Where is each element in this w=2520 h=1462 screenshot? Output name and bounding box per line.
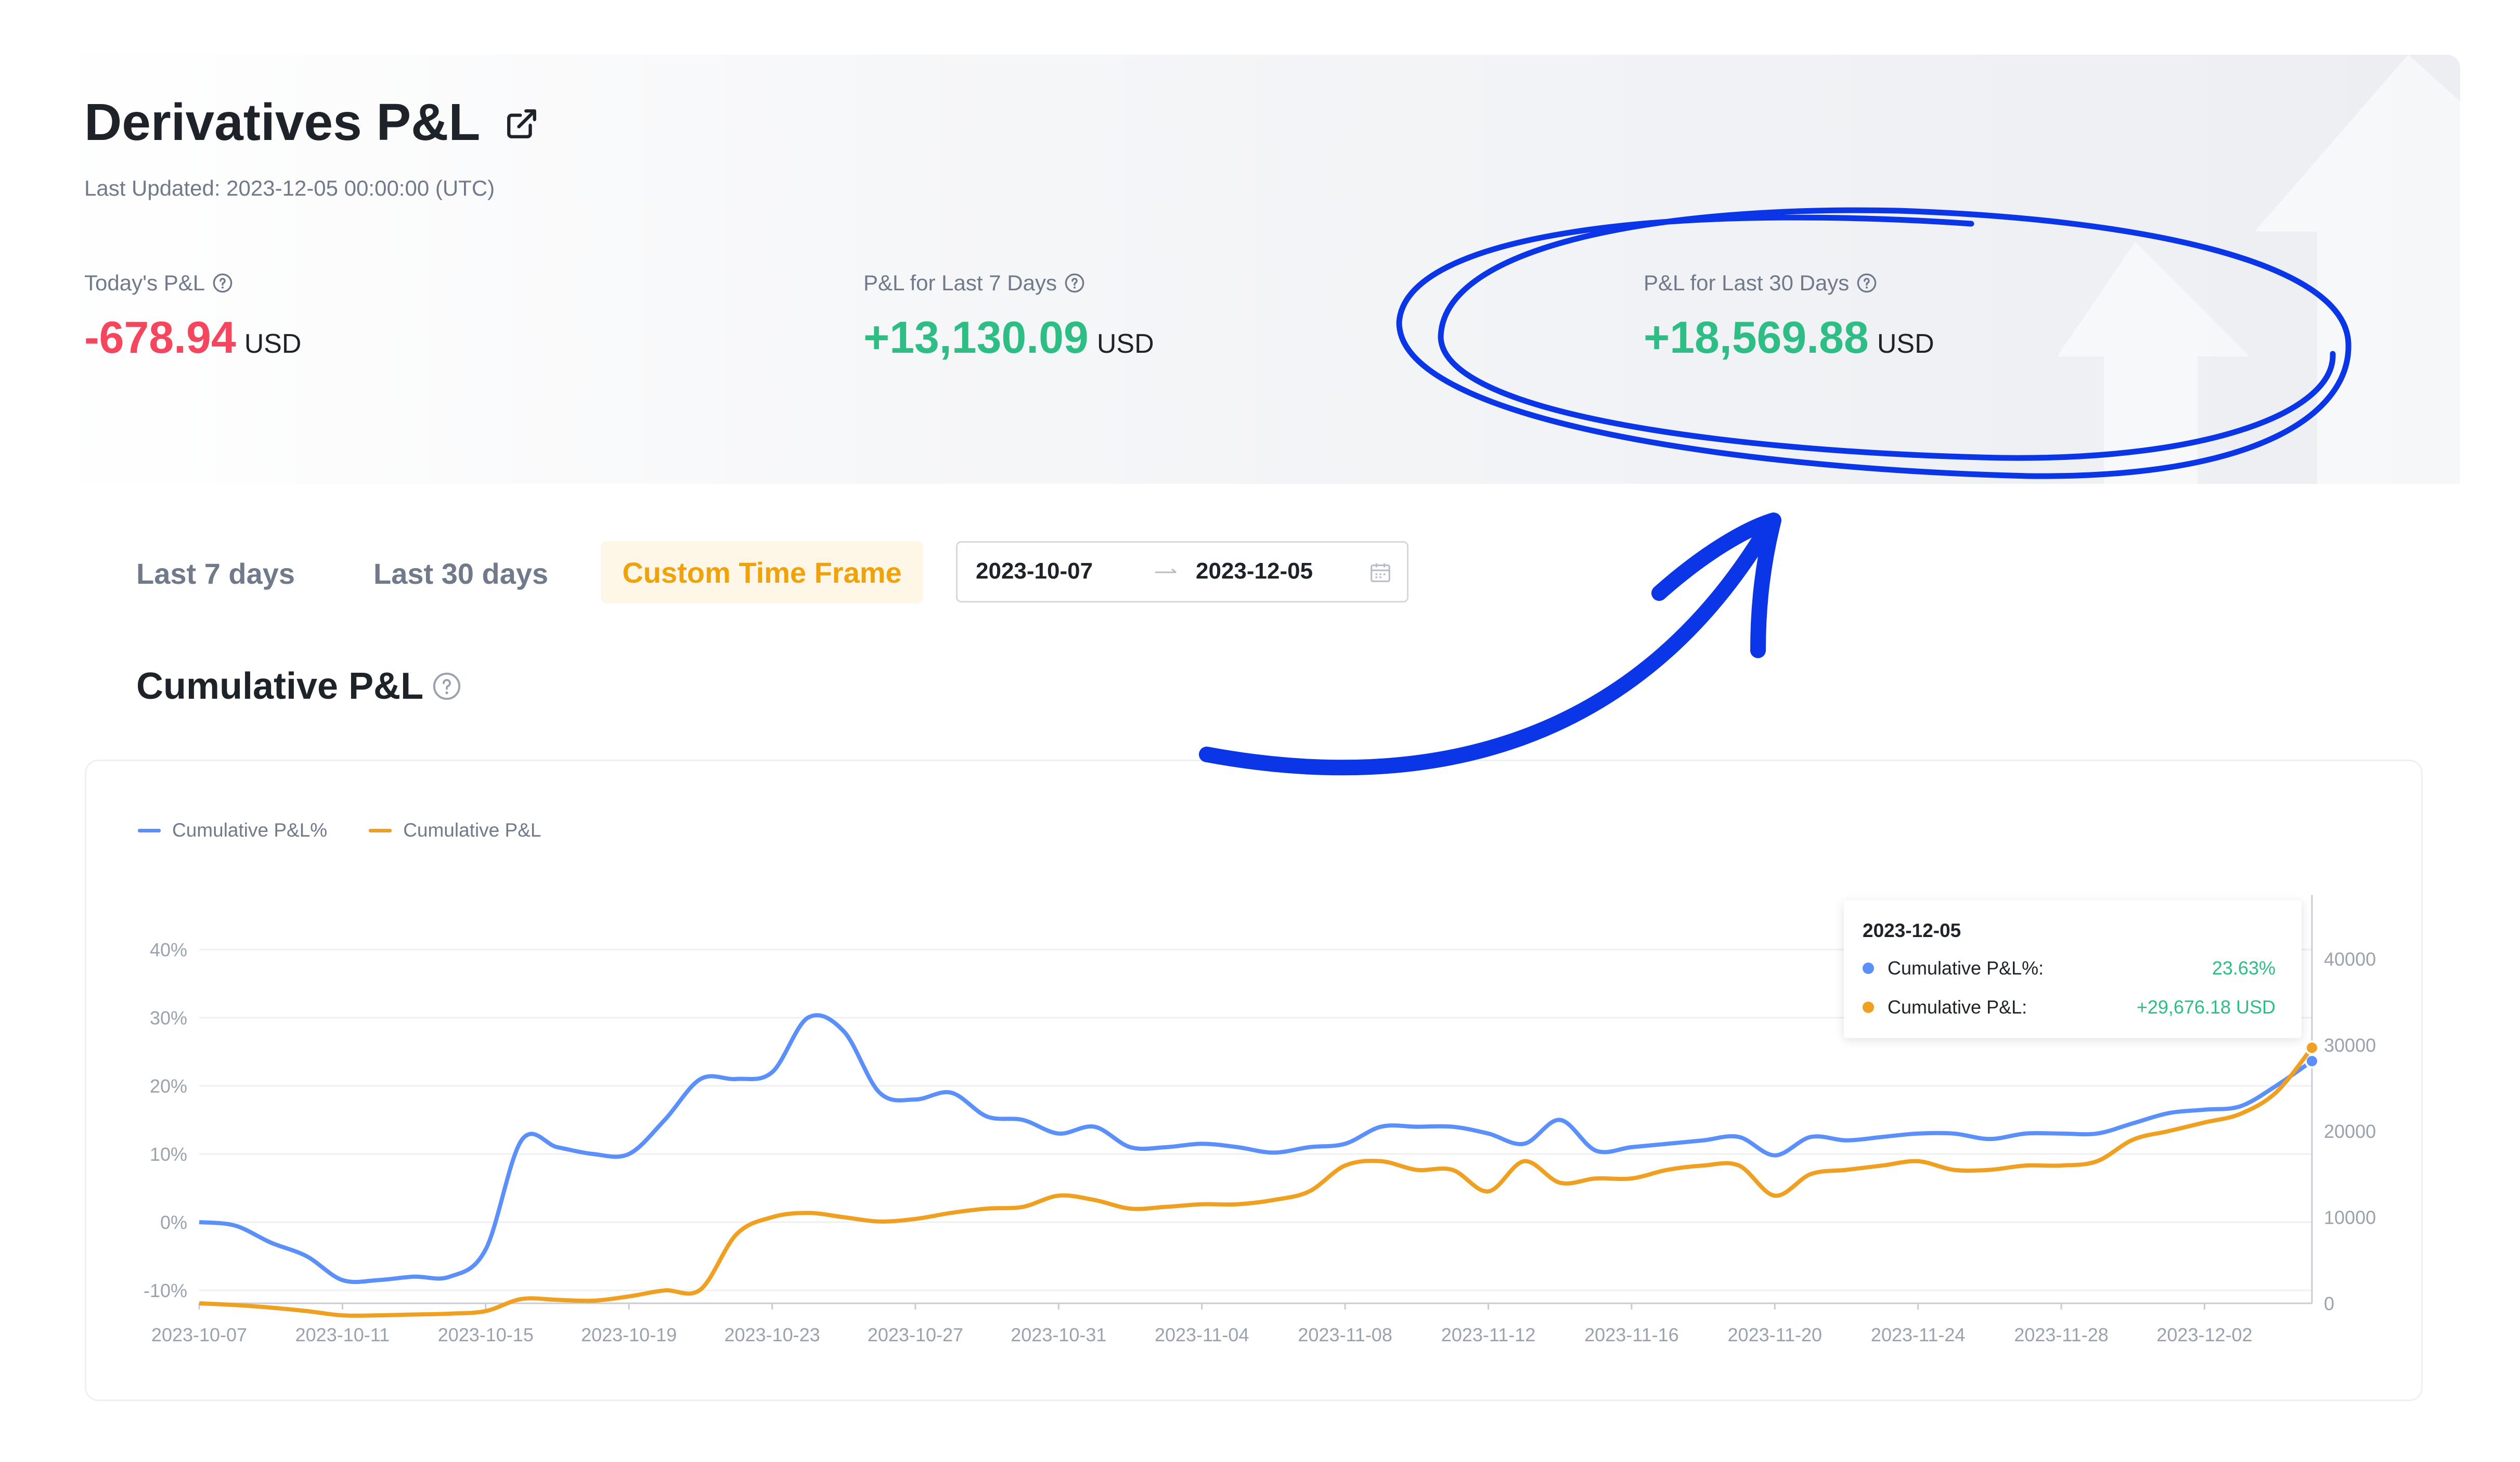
- x-tick-label: 2023-11-12: [1441, 1324, 1535, 1345]
- tooltip-value: +29,676.18 USD: [2136, 996, 2276, 1018]
- y-left-tick-label: -10%: [144, 1280, 187, 1301]
- y-left-tick-label: 0%: [160, 1212, 187, 1233]
- tooltip-row-pct: Cumulative P&L%: 23.63%: [1863, 957, 2276, 979]
- y-right-tick-label: 10000: [2324, 1207, 2376, 1228]
- tooltip-dot: [1863, 963, 1874, 974]
- x-tick-label: 2023-11-08: [1298, 1324, 1392, 1345]
- tooltip-value: 23.63%: [2212, 957, 2276, 979]
- tooltip-dot: [1863, 1002, 1874, 1013]
- y-left-tick-label: 30%: [150, 1007, 187, 1029]
- x-tick-label: 2023-10-07: [151, 1324, 247, 1345]
- tooltip-label: Cumulative P&L:: [1888, 996, 2027, 1018]
- chart-tooltip: 2023-12-05 Cumulative P&L%: 23.63% Cumul…: [1844, 900, 2302, 1038]
- cumulative-pnl-chart: 40% 30% 20% 10% 0% -10% 40000 30000 20000 10000 0 2…: [144, 895, 2376, 1345]
- x-tick-label: 2023-10-23: [724, 1324, 820, 1345]
- series-line-pnl: [199, 1046, 2314, 1318]
- y-right-tick-label: 20000: [2324, 1121, 2376, 1142]
- tooltip-date: 2023-12-05: [1863, 920, 1961, 941]
- y-right-tick-label: 30000: [2324, 1035, 2376, 1056]
- x-tick-label: 2023-11-24: [1871, 1324, 1965, 1345]
- series-line-pnl-pct: [199, 1013, 2314, 1284]
- x-tick-label: 2023-10-31: [1011, 1324, 1106, 1345]
- x-tick-label: 2023-10-19: [581, 1324, 677, 1345]
- series-point-pnl: [2305, 1040, 2319, 1055]
- x-tick-label: 2023-11-16: [1584, 1324, 1678, 1345]
- y-left-tick-label: 10%: [150, 1144, 187, 1165]
- y-left-tick-label: 20%: [150, 1075, 187, 1097]
- x-tick-label: 2023-11-28: [2014, 1324, 2108, 1345]
- x-tick-label: 2023-12-02: [2156, 1324, 2252, 1345]
- x-tick-label: 2023-10-11: [295, 1324, 390, 1345]
- x-tick-label: 2023-10-15: [438, 1324, 534, 1345]
- y-left-tick-label: 40%: [150, 939, 187, 960]
- y-right-tick-label: 0: [2324, 1293, 2334, 1314]
- tooltip-label: Cumulative P&L%:: [1888, 957, 2044, 979]
- x-tick-label: 2023-11-04: [1155, 1324, 1249, 1345]
- tooltip-row-pnl: Cumulative P&L: +29,676.18 USD: [1863, 996, 2276, 1018]
- y-right-tick-label: 40000: [2324, 948, 2376, 970]
- x-tick-label: 2023-10-27: [868, 1324, 963, 1345]
- x-tick-label: 2023-11-20: [1728, 1324, 1822, 1345]
